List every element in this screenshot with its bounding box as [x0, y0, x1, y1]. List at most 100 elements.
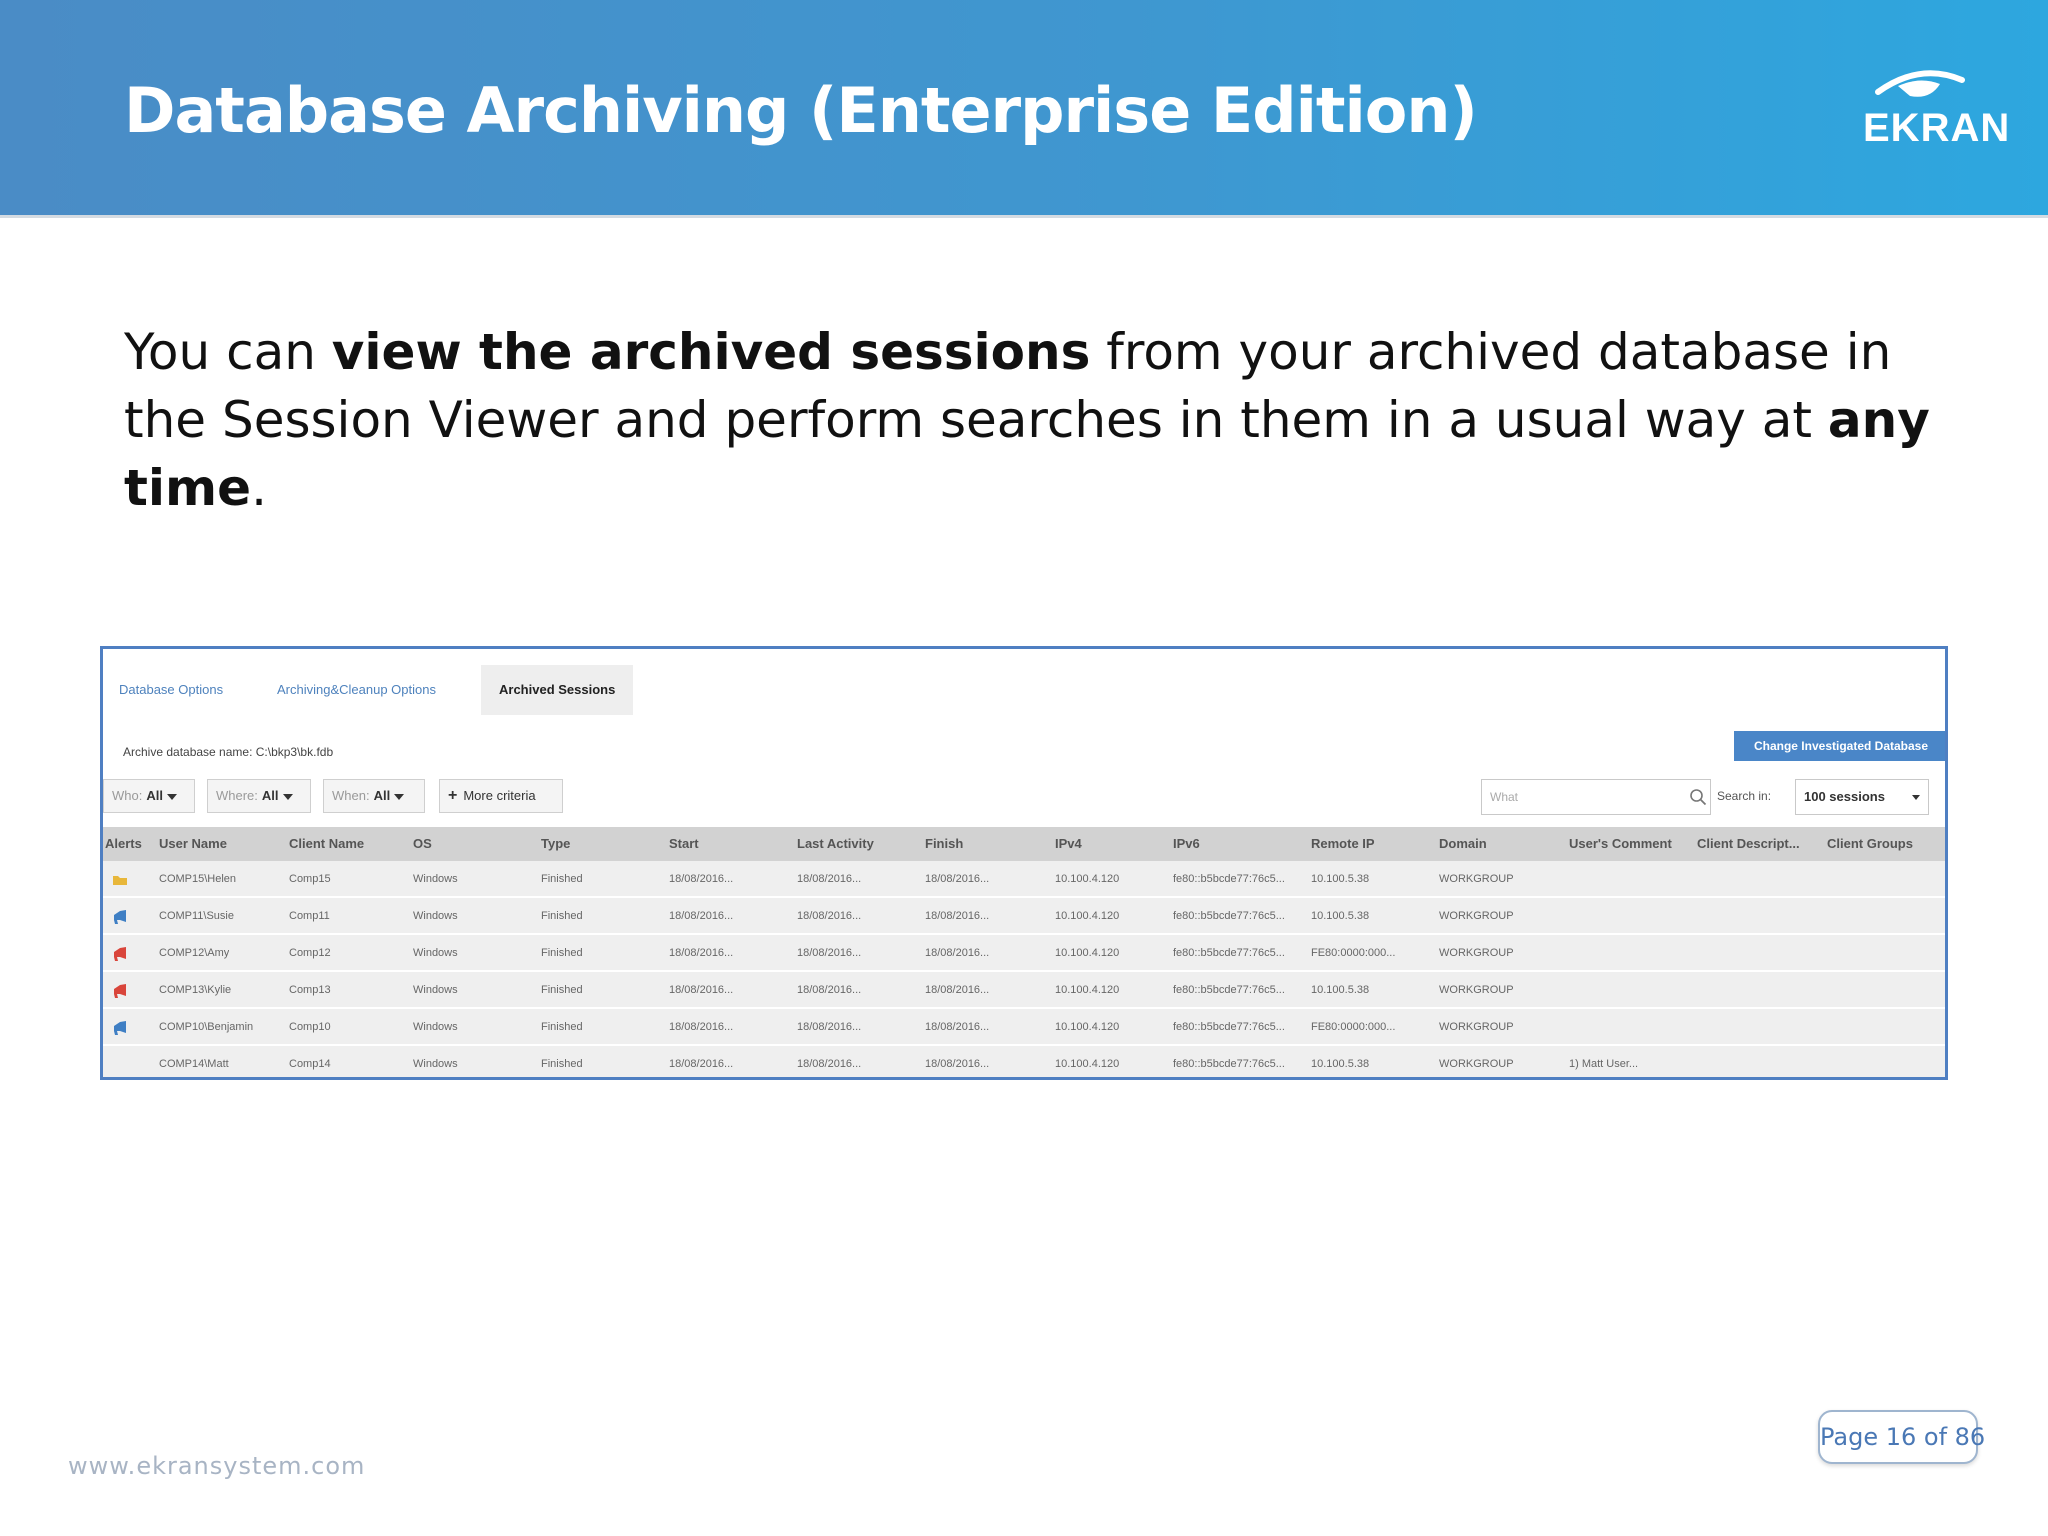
column-header-domain[interactable]: Domain	[1439, 827, 1487, 861]
alert-icon	[114, 984, 126, 998]
table-cell-user: COMP10\Benjamin	[159, 1021, 254, 1033]
table-row[interactable]: COMP10\Benjamin Comp10 Windows Finished 18/0…	[103, 1009, 1945, 1045]
table-row[interactable]: COMP13\Kylie Comp13 Windows Finished 18/08/2…	[103, 972, 1945, 1008]
column-header-ipv4[interactable]: IPv4	[1055, 827, 1082, 861]
when-filter[interactable]: When: All	[323, 779, 425, 813]
column-header-remote-ip[interactable]: Remote IP	[1311, 827, 1375, 861]
column-header-user-name[interactable]: User Name	[159, 827, 227, 861]
table-cell-remote: 10.100.5.38	[1311, 1058, 1370, 1070]
table-cell-type: Finished	[541, 910, 583, 922]
table-cell-user: COMP13\Kylie	[159, 984, 232, 996]
table-cell-type: Finished	[541, 1021, 583, 1033]
table-cell-start: 18/08/2016...	[669, 873, 734, 885]
table-cell-last: 18/08/2016...	[797, 1058, 862, 1070]
table-cell-ipv6: fe80::b5bcde77:76c5...	[1173, 984, 1285, 996]
column-header-ipv6[interactable]: IPv6	[1173, 827, 1200, 861]
table-row[interactable]: COMP12\Amy Comp12 Windows Finished 18/08/201…	[103, 935, 1945, 971]
table-row[interactable]: COMP14\Matt Comp14 Windows Finished 18/08/20…	[103, 1046, 1945, 1077]
slide-title: Database Archiving (Enterprise Edition)	[124, 74, 1478, 147]
search-in-select[interactable]: 100 sessions	[1795, 779, 1929, 815]
archived-sessions-screenshot: Database Options Archiving&Cleanup Optio…	[100, 646, 1948, 1080]
who-filter[interactable]: Who: All	[103, 779, 195, 813]
eye-icon	[1875, 70, 1965, 97]
tab-archiving-cleanup-options[interactable]: Archiving&Cleanup Options	[277, 665, 436, 715]
table-cell-user: COMP15\Helen	[159, 873, 237, 885]
table-cell-os: Windows	[413, 1021, 458, 1033]
table-cell-ipv4: 10.100.4.120	[1055, 947, 1120, 959]
table-cell-ipv4: 10.100.4.120	[1055, 873, 1120, 885]
archive-database-name: Archive database name: C:\bkp3\bk.fdb	[123, 745, 334, 759]
table-row[interactable]: COMP15\Helen Comp15 Windows Finished 18/08/2…	[103, 861, 1945, 897]
table-cell-type: Finished	[541, 873, 583, 885]
tab-archived-sessions[interactable]: Archived Sessions	[481, 665, 634, 715]
table-cell-start: 18/08/2016...	[669, 947, 734, 959]
table-cell-finish: 18/08/2016...	[925, 947, 990, 959]
where-filter[interactable]: Where: All	[207, 779, 311, 813]
when-filter-label: When:	[332, 788, 370, 803]
table-cell-ipv6: fe80::b5bcde77:76c5...	[1173, 1058, 1285, 1070]
table-cell-os: Windows	[413, 1058, 458, 1070]
table-cell-domain: WORKGROUP	[1439, 1058, 1514, 1070]
logo-text: EKRAN	[1863, 106, 2011, 150]
column-header-alerts[interactable]: Alerts	[105, 827, 142, 861]
search-in-label: Search in:	[1717, 789, 1772, 803]
table-cell-finish: 18/08/2016...	[925, 873, 990, 885]
table-cell-client: Comp15	[289, 873, 331, 885]
table-cell-ipv4: 10.100.4.120	[1055, 1058, 1120, 1070]
table-cell-last: 18/08/2016...	[797, 984, 862, 996]
table-cell-user: COMP14\Matt	[159, 1058, 229, 1070]
plus-icon: +	[448, 787, 458, 804]
column-header-last-activity[interactable]: Last Activity	[797, 827, 874, 861]
table-cell-start: 18/08/2016...	[669, 984, 734, 996]
table-cell-start: 18/08/2016...	[669, 910, 734, 922]
more-criteria-button[interactable]: + More criteria	[439, 779, 563, 813]
table-cell-ipv6: fe80::b5bcde77:76c5...	[1173, 1021, 1285, 1033]
table-cell-domain: WORKGROUP	[1439, 984, 1514, 996]
table-cell-finish: 18/08/2016...	[925, 1021, 990, 1033]
table-cell-remote: 10.100.5.38	[1311, 910, 1370, 922]
column-header-client-groups[interactable]: Client Groups	[1827, 827, 1913, 861]
tab-database-options[interactable]: Database Options	[119, 665, 223, 715]
more-criteria-label: More criteria	[463, 788, 536, 803]
search-icon[interactable]	[1689, 788, 1707, 806]
chevron-down-icon	[282, 793, 293, 800]
table-cell-last: 18/08/2016...	[797, 1021, 862, 1033]
table-cell-os: Windows	[413, 947, 458, 959]
column-header-os[interactable]: OS	[413, 827, 432, 861]
change-investigated-database-button[interactable]: Change Investigated Database	[1734, 731, 1945, 761]
table-cell-user: COMP11\Susie	[159, 910, 234, 922]
search-in-value: 100 sessions	[1804, 789, 1885, 804]
intro-text-3: .	[251, 459, 267, 517]
where-filter-value: All	[261, 788, 279, 803]
table-cell-domain: WORKGROUP	[1439, 910, 1514, 922]
column-header-finish[interactable]: Finish	[925, 827, 963, 861]
who-filter-label: Who:	[112, 788, 143, 803]
table-cell-client: Comp11	[289, 910, 330, 922]
table-cell-os: Windows	[413, 873, 458, 885]
table-cell-client: Comp14	[289, 1058, 331, 1070]
column-header-client-description[interactable]: Client Descript...	[1697, 827, 1800, 861]
table-cell-type: Finished	[541, 947, 583, 959]
table-cell-ipv4: 10.100.4.120	[1055, 984, 1120, 996]
table-cell-last: 18/08/2016...	[797, 873, 862, 885]
column-header-users-comment[interactable]: User's Comment	[1569, 827, 1672, 861]
ekran-logo: EKRAN	[1855, 66, 2009, 156]
intro-text-1: You can	[124, 323, 332, 381]
table-cell-last: 18/08/2016...	[797, 947, 862, 959]
header-banner: Database Archiving (Enterprise Edition) …	[0, 0, 2048, 218]
table-cell-domain: WORKGROUP	[1439, 873, 1514, 885]
table-cell-os: Windows	[413, 984, 458, 996]
column-header-start[interactable]: Start	[669, 827, 699, 861]
table-cell-client: Comp13	[289, 984, 331, 996]
what-search-input[interactable]	[1481, 779, 1711, 815]
alert-icon	[114, 947, 126, 961]
column-header-type[interactable]: Type	[541, 827, 570, 861]
table-cell-client: Comp12	[289, 947, 331, 959]
table-cell-type: Finished	[541, 984, 583, 996]
chevron-down-icon	[394, 793, 405, 800]
table-cell-ipv4: 10.100.4.120	[1055, 1021, 1120, 1033]
table-cell-comment: 1) Matt User...	[1569, 1058, 1639, 1070]
table-cell-ipv6: fe80::b5bcde77:76c5...	[1173, 873, 1285, 885]
table-row[interactable]: COMP11\Susie Comp11 Windows Finished 18/08/2…	[103, 898, 1945, 934]
column-header-client-name[interactable]: Client Name	[289, 827, 364, 861]
